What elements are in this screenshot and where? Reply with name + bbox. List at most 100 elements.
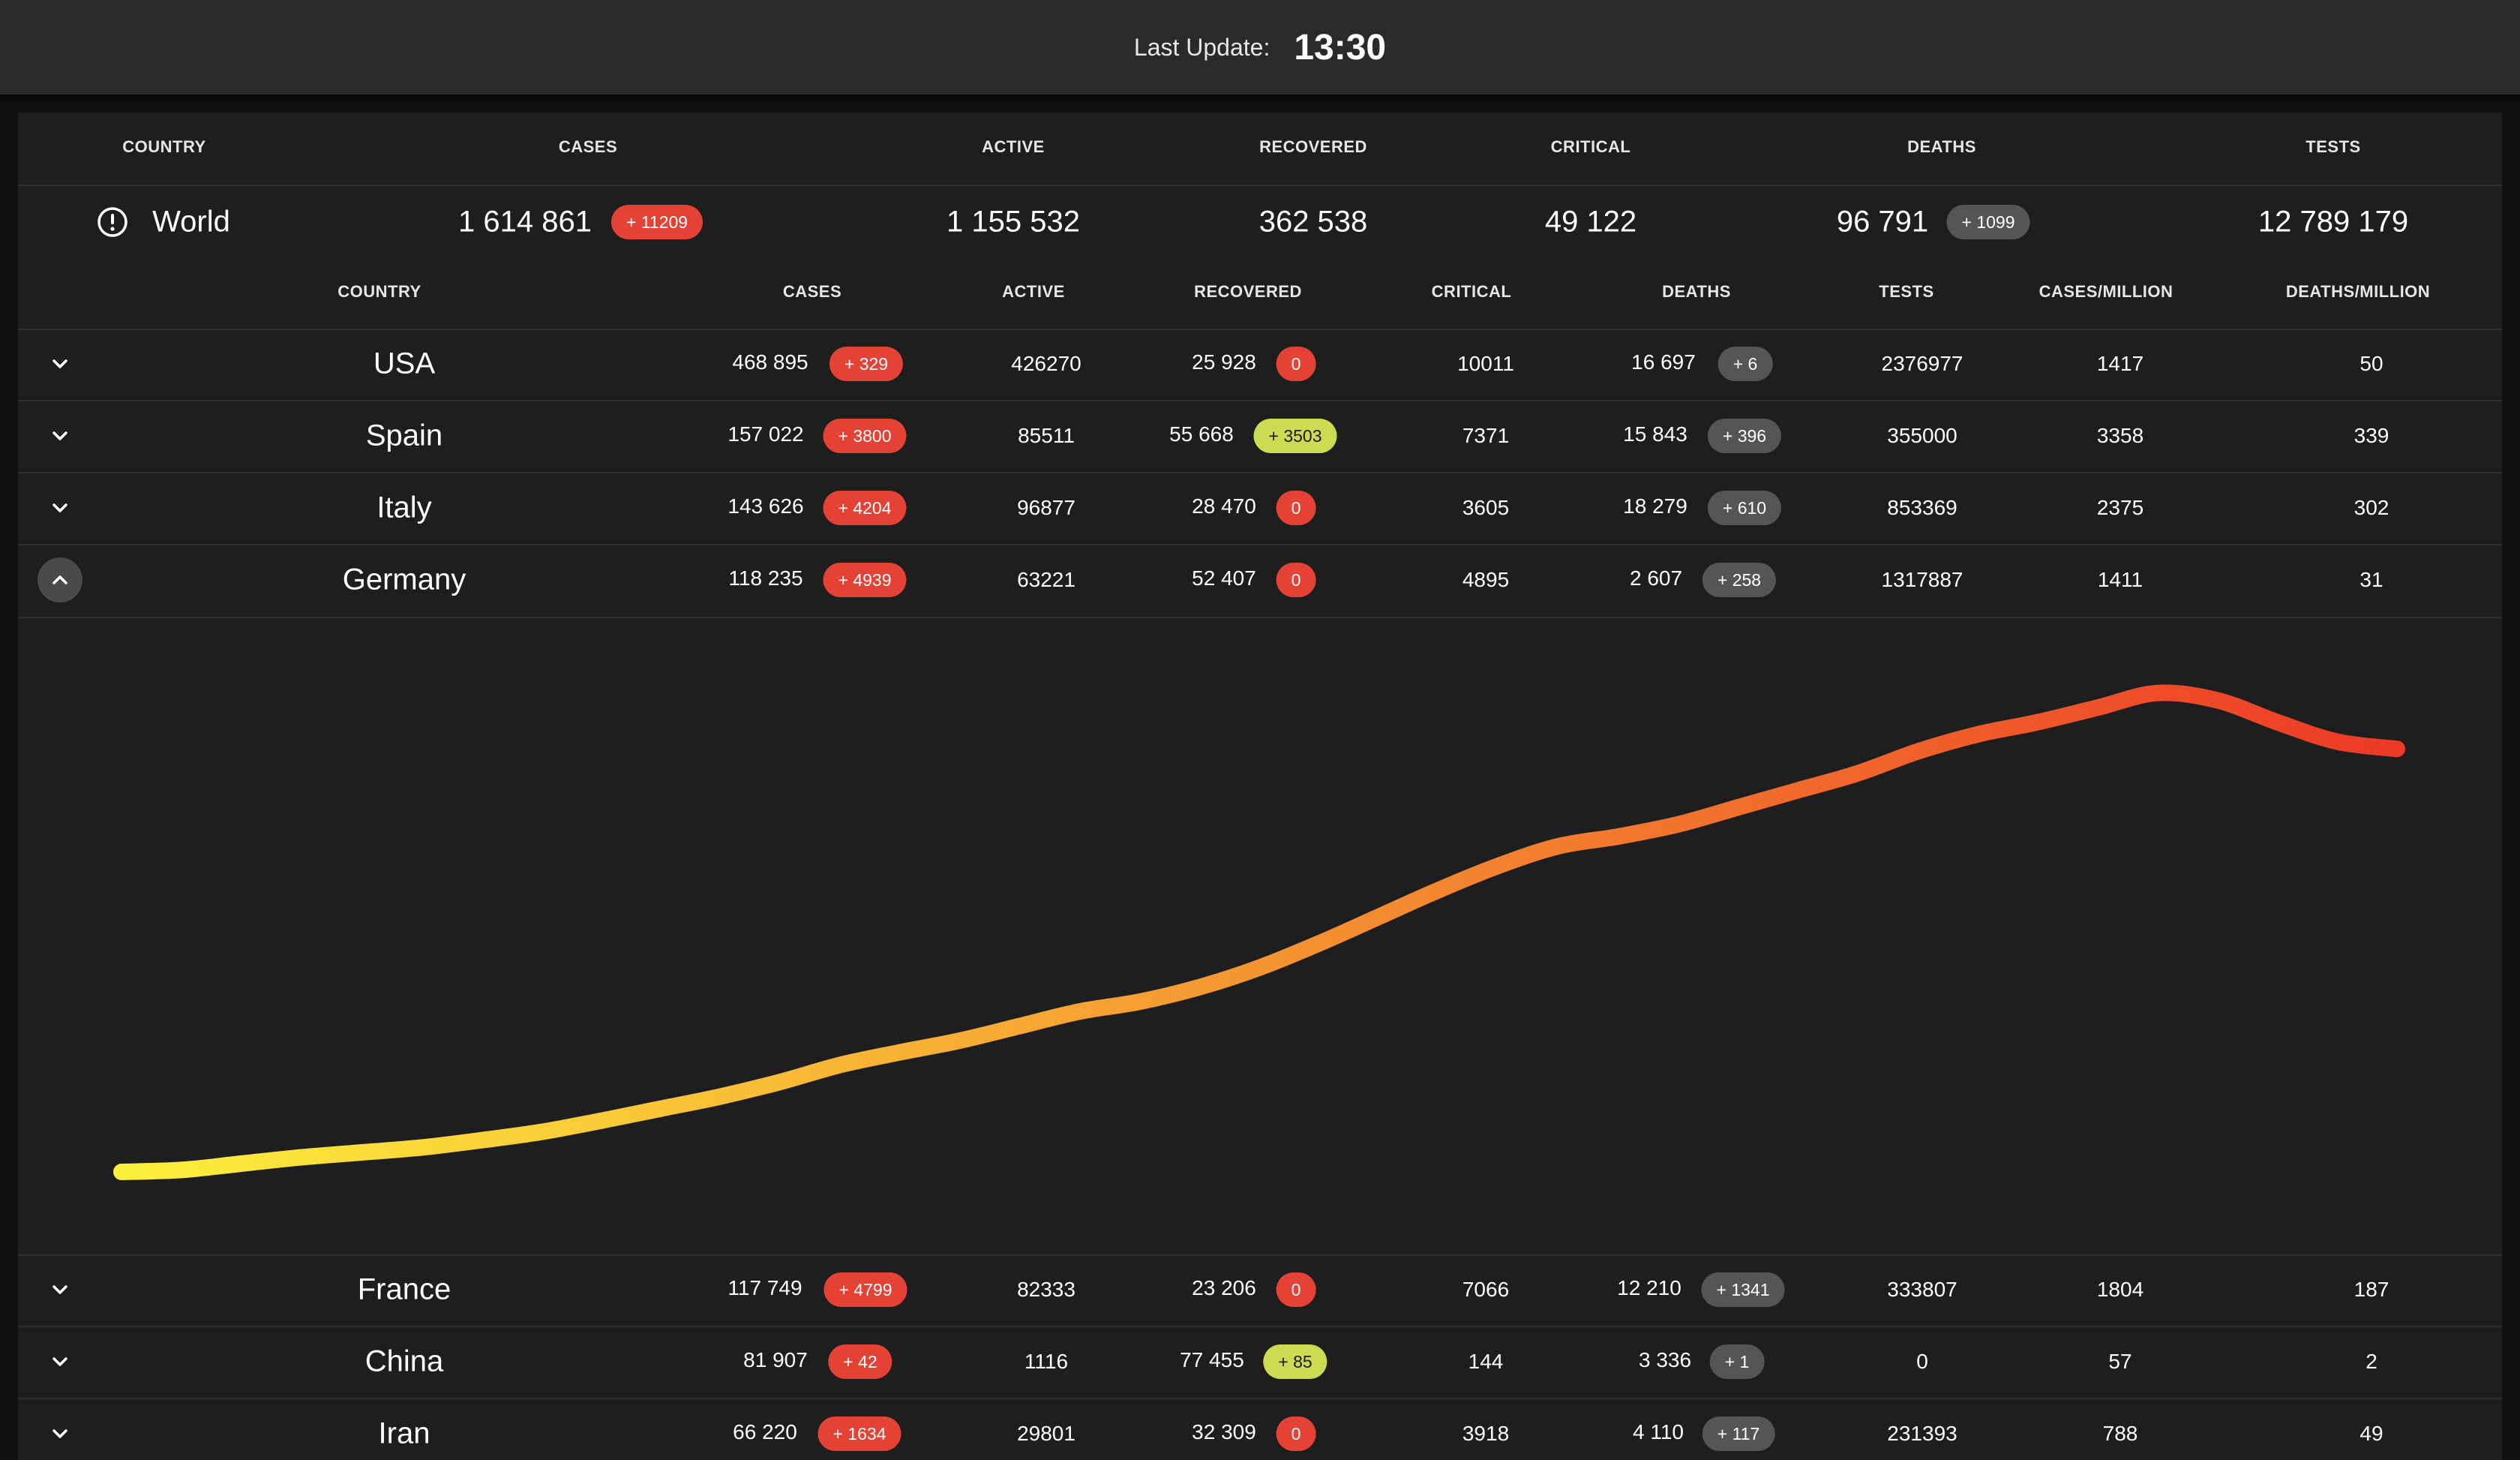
recovered-new-badge: 0	[1276, 1272, 1316, 1307]
deaths-new-badge: + 1341	[1701, 1272, 1785, 1307]
deaths-new-badge: + 1	[1709, 1344, 1765, 1379]
top-bar: Last Update: 13:30	[0, 0, 2520, 95]
cases-per-million-value: 1411	[2097, 568, 2144, 591]
deaths-value: 2 607	[1629, 566, 1683, 590]
divider	[18, 617, 2502, 618]
chevron-down-icon	[52, 1285, 68, 1294]
expand-row-button[interactable]	[38, 1411, 82, 1456]
world-header-recovered: RECOVERED	[1259, 137, 1367, 156]
collapse-row-button[interactable]	[38, 557, 82, 602]
cases-new-badge: + 3800	[823, 419, 907, 453]
recovered-new-badge: 0	[1276, 1416, 1316, 1451]
cases-value: 143 626	[728, 494, 804, 518]
deaths-per-million-value: 339	[2354, 424, 2390, 447]
world-header-active: ACTIVE	[982, 137, 1045, 156]
recovered-new-badge: 0	[1276, 491, 1316, 525]
recovered-value: 52 407	[1192, 566, 1256, 590]
header-tests[interactable]: TESTS	[1879, 282, 1934, 302]
chevron-down-icon	[52, 359, 68, 368]
divider	[18, 544, 2502, 545]
country-name: Italy	[376, 491, 432, 524]
divider	[18, 400, 2502, 401]
cases-new-badge: + 42	[828, 1344, 892, 1379]
country-name: China	[364, 1344, 444, 1378]
header-deaths[interactable]: DEATHS	[1662, 282, 1731, 302]
deaths-value: 12 210	[1617, 1276, 1682, 1299]
tests-value: 0	[1916, 1350, 1928, 1373]
chevron-down-icon	[52, 1357, 68, 1366]
deaths-value: 18 279	[1623, 494, 1688, 518]
world-header-critical: CRITICAL	[1550, 137, 1631, 156]
deaths-per-million-value: 2	[2366, 1350, 2378, 1373]
recovered-new-badge: + 85	[1263, 1344, 1328, 1379]
deaths-per-million-value: 187	[2354, 1278, 2390, 1301]
cases-per-million-value: 1417	[2096, 352, 2144, 375]
chevron-down-icon	[52, 431, 68, 440]
cases-new-badge: + 329	[829, 347, 904, 381]
world-active: 1 155 532	[946, 205, 1080, 239]
cases-value: 468 895	[732, 350, 808, 374]
tests-value: 333807	[1887, 1278, 1958, 1301]
world-header-cases: CASES	[558, 137, 618, 156]
divider	[18, 1398, 2502, 1399]
divider	[18, 1254, 2502, 1256]
header-country[interactable]: COUNTRY	[338, 282, 421, 302]
critical-value: 7371	[1462, 424, 1510, 447]
country-name: Germany	[342, 563, 466, 596]
active-value: 63221	[1017, 568, 1076, 591]
recovered-value: 32 309	[1192, 1420, 1256, 1443]
divider	[18, 1326, 2502, 1327]
world-recovered: 362 538	[1258, 205, 1368, 239]
cases-value: 81 907	[743, 1348, 808, 1371]
cases-per-million-value: 57	[2108, 1350, 2132, 1373]
header-recovered[interactable]: RECOVERED	[1194, 282, 1302, 302]
recovered-value: 25 928	[1192, 350, 1256, 374]
deaths-value: 4 110	[1633, 1420, 1684, 1443]
expand-row-button[interactable]	[38, 485, 82, 530]
recovered-value: 23 206	[1192, 1276, 1256, 1299]
cases-new-badge: + 4204	[823, 491, 907, 525]
cases-new-badge: + 1634	[818, 1416, 902, 1451]
alert-circle-icon	[98, 207, 128, 237]
world-cases-new-badge: + 11209	[610, 205, 704, 239]
country-trend-chart	[113, 684, 2405, 1180]
expand-row-button[interactable]	[38, 413, 82, 458]
active-value: 1116	[1024, 1350, 1069, 1373]
trend-line	[113, 684, 2405, 1180]
header-cases[interactable]: CASES	[783, 282, 842, 302]
world-deaths-new-badge: + 1099	[1946, 205, 2030, 239]
cases-new-badge: + 4799	[824, 1272, 908, 1307]
country-name: Iran	[378, 1416, 430, 1450]
cases-value: 118 235	[728, 566, 803, 590]
cases-per-million-value: 3358	[2096, 424, 2144, 447]
header-cases-per-million[interactable]: CASES/MILLION	[2039, 282, 2174, 302]
critical-value: 7066	[1462, 1278, 1510, 1301]
country-name: France	[357, 1272, 452, 1306]
cases-new-badge: + 4939	[823, 563, 907, 597]
header-deaths-per-million[interactable]: DEATHS/MILLION	[2286, 282, 2430, 302]
active-value: 85511	[1018, 424, 1075, 447]
recovered-value: 77 455	[1180, 1348, 1244, 1371]
tests-value: 1317887	[1881, 568, 1964, 591]
world-cases: 1 614 861	[458, 205, 592, 239]
deaths-per-million-value: 49	[2360, 1422, 2384, 1445]
expand-row-button[interactable]	[38, 1267, 82, 1312]
active-value: 29801	[1017, 1422, 1076, 1445]
expand-row-button[interactable]	[38, 341, 82, 386]
world-critical: 49 122	[1544, 205, 1637, 239]
cases-per-million-value: 2375	[2096, 496, 2144, 519]
deaths-value: 15 843	[1623, 422, 1688, 446]
header-active[interactable]: ACTIVE	[1002, 282, 1065, 302]
cases-per-million-value: 1804	[2096, 1278, 2144, 1301]
deaths-new-badge: + 6	[1718, 347, 1773, 381]
last-update-time: 13:30	[1294, 27, 1387, 68]
tests-value: 355000	[1887, 424, 1958, 447]
header-critical[interactable]: CRITICAL	[1432, 282, 1512, 302]
deaths-per-million-value: 50	[2360, 352, 2384, 375]
cases-value: 66 220	[733, 1420, 797, 1443]
expand-row-button[interactable]	[38, 1339, 82, 1384]
divider	[18, 185, 2502, 186]
chevron-down-icon	[52, 503, 68, 512]
active-value: 96877	[1017, 496, 1076, 519]
deaths-value: 3 336	[1638, 1348, 1692, 1371]
